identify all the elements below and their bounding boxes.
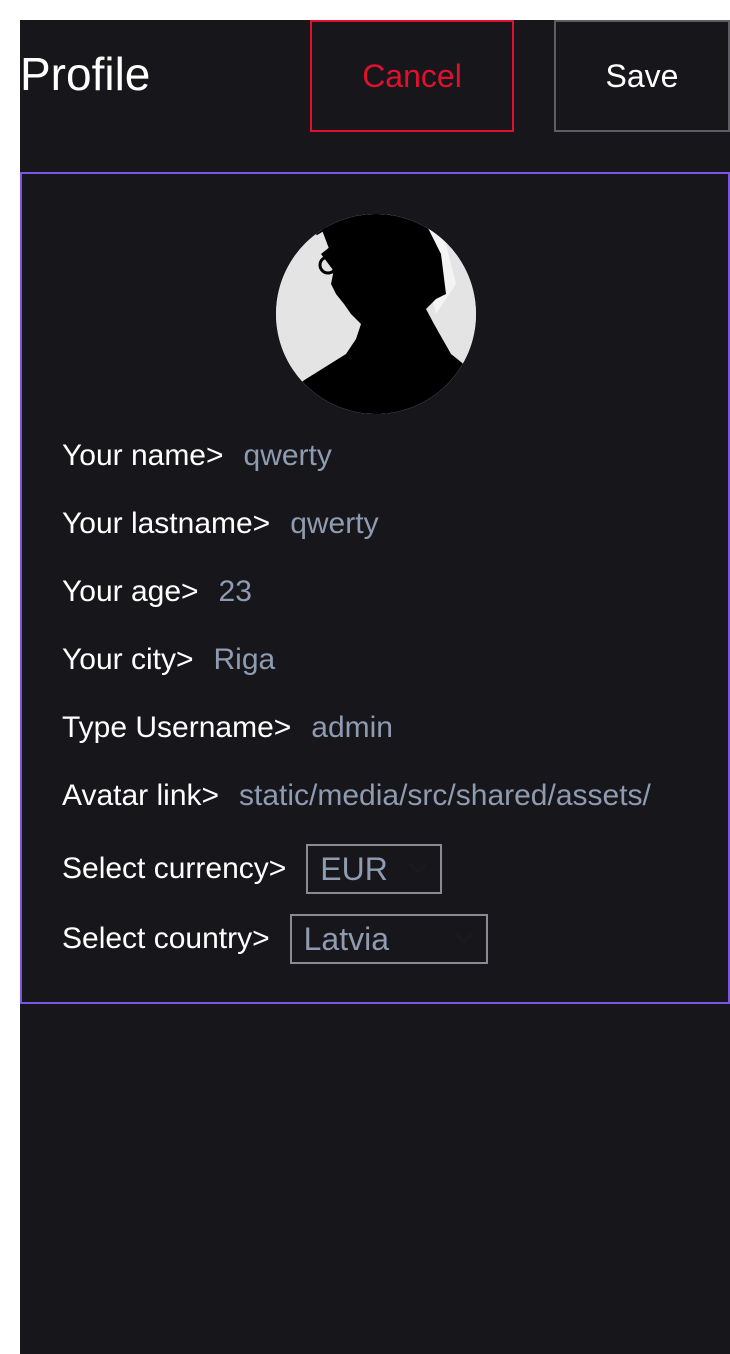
name-input[interactable] (243, 439, 644, 473)
lastname-field-row: Your lastname> (62, 504, 671, 544)
currency-field-row: Select currency> EUR (62, 844, 443, 894)
save-button[interactable]: Save (554, 20, 730, 132)
profile-card: Your name> Your lastname> Your age> Your… (20, 172, 730, 1004)
avatar-link-field-row: Avatar link> (62, 776, 680, 816)
chevron-down-icon (408, 862, 428, 876)
page-title: Profile (20, 48, 151, 100)
chevron-down-icon (454, 932, 474, 946)
username-field-row: Type Username> (62, 708, 672, 748)
lastname-label: Your lastname> (62, 507, 271, 540)
age-field-row: Your age> (62, 572, 619, 612)
lastname-input[interactable] (290, 507, 671, 541)
country-select[interactable]: Latvia (289, 914, 488, 964)
avatar-link-input[interactable] (239, 779, 680, 813)
username-input[interactable] (311, 711, 672, 745)
name-label: Your name> (62, 439, 224, 472)
country-selected-value: Latvia (303, 920, 390, 957)
header: Profile Cancel Save (20, 20, 730, 132)
country-label: Select country> (62, 922, 270, 955)
currency-select[interactable]: EUR (306, 844, 443, 894)
name-field-row: Your name> (62, 436, 644, 476)
age-label: Your age> (62, 575, 199, 608)
city-label: Your city> (62, 643, 194, 676)
currency-label: Select currency> (62, 852, 287, 885)
avatar-icon (276, 214, 476, 414)
city-input[interactable] (213, 643, 614, 677)
avatar-link-label: Avatar link> (62, 779, 220, 812)
avatar (276, 214, 476, 414)
city-field-row: Your city> (62, 640, 614, 680)
currency-selected-value: EUR (320, 850, 388, 887)
cancel-button[interactable]: Cancel (310, 20, 514, 132)
profile-page: Profile Cancel Save Your name> Your last… (20, 20, 730, 1354)
age-input[interactable] (218, 575, 619, 609)
username-label: Type Username> (62, 711, 292, 744)
country-field-row: Select country> Latvia (62, 914, 488, 964)
